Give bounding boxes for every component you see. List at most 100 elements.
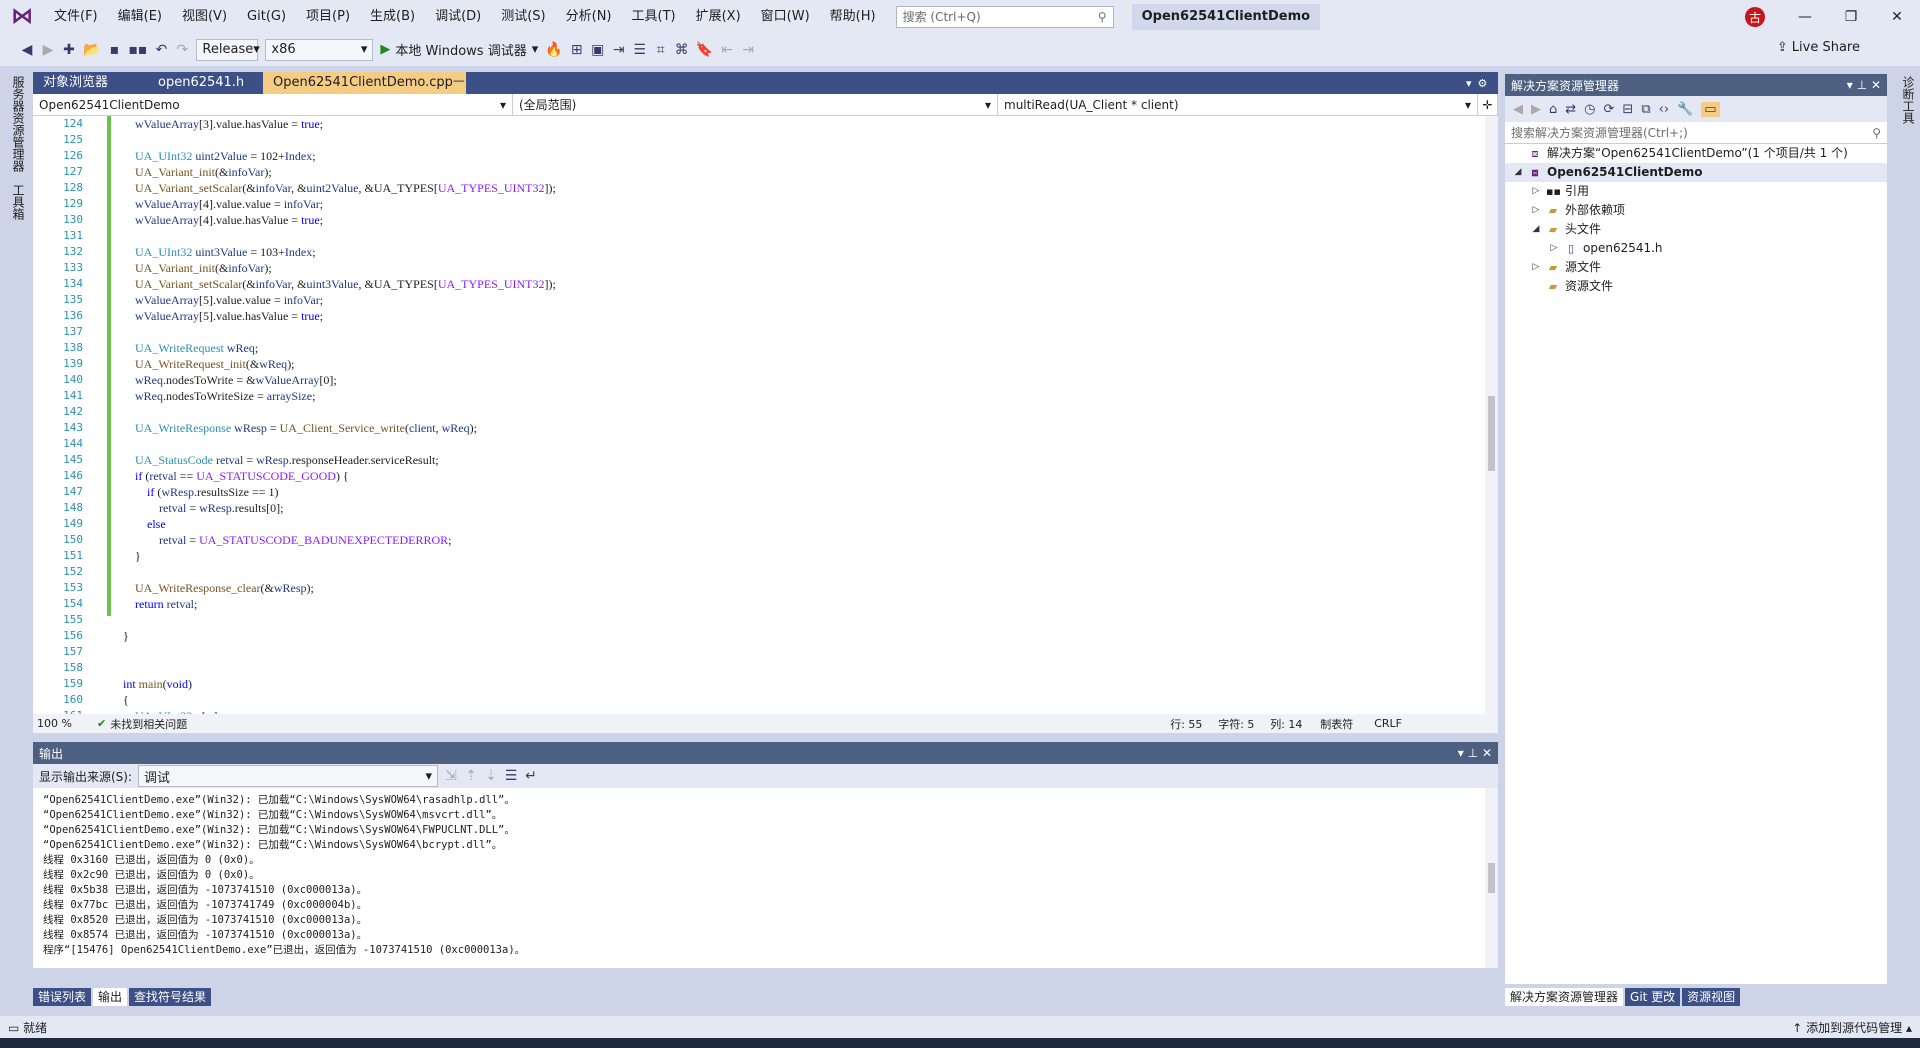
word-wrap-icon[interactable]: ↵ bbox=[524, 768, 538, 784]
find-message-icon[interactable]: ⇲ bbox=[444, 768, 458, 784]
save-icon[interactable]: ▪ bbox=[107, 42, 121, 58]
eol-indicator[interactable]: CRLF bbox=[1374, 717, 1402, 730]
hot-reload-icon[interactable]: 🔥 bbox=[545, 42, 562, 58]
menu-view[interactable]: 视图(V) bbox=[172, 0, 237, 33]
expand-right-icon[interactable]: ▷ bbox=[1531, 182, 1541, 201]
start-debugging-button[interactable]: ▶ 本地 Windows 调试器 ▾ bbox=[380, 40, 538, 59]
scroll-thumb[interactable] bbox=[1488, 396, 1495, 471]
pin-icon[interactable]: ⊥ bbox=[1468, 746, 1478, 760]
tab-resource-view[interactable]: 资源视图 bbox=[1682, 988, 1741, 1006]
member-dropdown[interactable]: multiRead(UA_Client * client) ▾ bbox=[998, 94, 1478, 115]
issues-status[interactable]: 未找到相关问题 bbox=[110, 716, 1170, 732]
chevron-down-icon[interactable]: ▾ bbox=[1458, 746, 1464, 760]
live-share-button[interactable]: ⇪ Live Share bbox=[1777, 40, 1860, 55]
expand-right-icon[interactable]: ▷ bbox=[1549, 239, 1559, 258]
tab-clientdemo-cpp[interactable]: Open62541ClientDemo.cpp ᅳ ✕ bbox=[263, 72, 466, 112]
tree-item-resource-files[interactable]: ▰ 资源文件 bbox=[1505, 277, 1887, 296]
menu-analyze[interactable]: 分析(N) bbox=[556, 0, 622, 33]
tab-open62541-h[interactable]: open62541.h bbox=[148, 72, 263, 94]
forward-icon[interactable]: ▶ bbox=[41, 42, 55, 58]
menu-extensions[interactable]: 扩展(X) bbox=[686, 0, 751, 33]
output-text[interactable]: “Open62541ClientDemo.exe”(Win32): 已加载“C:… bbox=[33, 788, 1485, 968]
tab-solution-explorer[interactable]: 解决方案资源管理器 bbox=[1505, 988, 1624, 1006]
output-source-dropdown[interactable]: 调试 ▾ bbox=[138, 765, 439, 787]
tree-item-source-files[interactable]: ▷ ▰ 源文件 bbox=[1505, 258, 1887, 277]
menu-edit[interactable]: 编辑(E) bbox=[108, 0, 172, 33]
uncomment-icon[interactable]: ⌘ bbox=[675, 42, 689, 58]
configuration-dropdown[interactable]: Release ▾ bbox=[196, 38, 260, 61]
code-view-icon[interactable]: ‹› bbox=[1659, 102, 1669, 117]
tab-dropdown-icon[interactable]: ▾ bbox=[1466, 77, 1472, 90]
save-all-icon[interactable]: ▪▪ bbox=[128, 42, 147, 58]
next-bookmark-icon[interactable]: ⇥ bbox=[741, 42, 755, 58]
code-editor[interactable]: 124 125 126 127 128 129 130 131 132 133 … bbox=[33, 116, 1485, 714]
expand-down-icon[interactable]: ◢ bbox=[1513, 163, 1523, 182]
solution-search-input[interactable]: 搜索解决方案资源管理器(Ctrl+;) ⚲ bbox=[1505, 122, 1887, 144]
split-icon[interactable]: ✛ bbox=[1478, 94, 1498, 115]
tree-item-open62541-h[interactable]: ▷ ▯ open62541.h bbox=[1505, 239, 1887, 258]
tab-find-symbol-results[interactable]: 查找符号结果 bbox=[129, 988, 212, 1006]
menu-window[interactable]: 窗口(W) bbox=[751, 0, 820, 33]
scroll-thumb[interactable] bbox=[1488, 863, 1495, 893]
menu-build[interactable]: 生成(B) bbox=[360, 0, 425, 33]
pin-close-icon[interactable]: ᅳ ✕ bbox=[453, 72, 465, 112]
clear-all-icon[interactable]: ☰ bbox=[504, 768, 518, 784]
tree-item-header-files[interactable]: ◢ ▰ 头文件 bbox=[1505, 220, 1887, 239]
expand-down-icon[interactable]: ◢ bbox=[1531, 220, 1541, 239]
menu-file[interactable]: 文件(F) bbox=[44, 0, 108, 33]
menu-project[interactable]: 项目(P) bbox=[296, 0, 360, 33]
back-icon[interactable]: ◀ bbox=[20, 42, 34, 58]
restore-button[interactable]: ❐ bbox=[1828, 0, 1874, 33]
tree-item-references[interactable]: ▷ ▪▪ 引用 bbox=[1505, 182, 1887, 201]
chevron-down-icon[interactable]: ▾ bbox=[1847, 78, 1853, 92]
scope-dropdown[interactable]: (全局范围) ▾ bbox=[513, 94, 998, 115]
platform-dropdown[interactable]: x86 ▾ bbox=[265, 38, 374, 61]
show-all-files-icon[interactable]: ⧉ bbox=[1641, 102, 1650, 117]
close-icon[interactable]: ✕ bbox=[1871, 78, 1881, 92]
tab-indicator[interactable]: 制表符 bbox=[1320, 716, 1374, 732]
comment-icon[interactable]: ⌗ bbox=[654, 42, 668, 58]
tab-error-list[interactable]: 错误列表 bbox=[33, 988, 92, 1006]
refresh-icon[interactable]: ⟳ bbox=[1604, 102, 1615, 117]
toolbox-tab[interactable]: 工具箱 bbox=[8, 178, 29, 226]
tree-item-external-deps[interactable]: ▷ ▰ 外部依赖项 bbox=[1505, 201, 1887, 220]
indent-icon[interactable]: ☰ bbox=[633, 42, 647, 58]
menu-help[interactable]: 帮助(H) bbox=[820, 0, 886, 33]
wrench-icon[interactable]: 🔧 bbox=[1677, 102, 1693, 117]
project-dropdown[interactable]: Open62541ClientDemo ▾ bbox=[33, 94, 513, 115]
tab-object-browser[interactable]: 对象浏览器 bbox=[33, 72, 148, 94]
screenshot-icon[interactable]: ▣ bbox=[591, 42, 605, 58]
back-icon[interactable]: ◀ bbox=[1513, 102, 1523, 117]
expand-right-icon[interactable]: ▷ bbox=[1531, 201, 1541, 220]
tab-git-changes[interactable]: Git 更改 bbox=[1625, 988, 1681, 1006]
step-icon[interactable]: ⇥ bbox=[612, 42, 626, 58]
source-control-button[interactable]: ↑ 添加到源代码管理 ▴ bbox=[1792, 1019, 1912, 1036]
next-message-icon[interactable]: ⇣ bbox=[484, 768, 498, 784]
tree-item-project[interactable]: ◢ ⧈ Open62541ClientDemo bbox=[1505, 163, 1887, 182]
menu-git[interactable]: Git(G) bbox=[237, 0, 296, 33]
redo-icon[interactable]: ↷ bbox=[175, 42, 189, 58]
browse-icon[interactable]: ⊞ bbox=[570, 42, 584, 58]
undo-icon[interactable]: ↶ bbox=[154, 42, 168, 58]
tab-output[interactable]: 输出 bbox=[93, 988, 128, 1006]
close-icon[interactable]: ✕ bbox=[1482, 746, 1492, 760]
search-input[interactable]: 搜索 (Ctrl+Q) ⚲ bbox=[895, 5, 1114, 28]
new-project-icon[interactable]: ✚ bbox=[62, 42, 76, 58]
menu-test[interactable]: 测试(S) bbox=[491, 0, 555, 33]
switch-views-icon[interactable]: ⇄ bbox=[1565, 102, 1576, 117]
expand-right-icon[interactable]: ▷ bbox=[1531, 258, 1541, 277]
prev-message-icon[interactable]: ⇡ bbox=[464, 768, 478, 784]
collapse-all-icon[interactable]: ⊟ bbox=[1622, 102, 1633, 117]
gear-icon[interactable]: ⚙ bbox=[1478, 77, 1488, 90]
output-scrollbar[interactable] bbox=[1485, 788, 1498, 968]
visual-studio-logo-icon[interactable]: ⋈ bbox=[0, 0, 44, 33]
diagnostic-tools-tab[interactable]: 诊断工具 bbox=[1898, 70, 1919, 130]
tree-item-solution[interactable]: ⧈ 解决方案“Open62541ClientDemo”(1 个项目/共 1 个) bbox=[1505, 144, 1887, 163]
server-explorer-tab[interactable]: 服务器资源管理器 bbox=[8, 70, 29, 178]
history-icon[interactable]: ◷ bbox=[1584, 102, 1595, 117]
prev-bookmark-icon[interactable]: ⇤ bbox=[720, 42, 734, 58]
close-window-button[interactable]: ✕ bbox=[1874, 0, 1920, 33]
forward-icon[interactable]: ▶ bbox=[1531, 102, 1541, 117]
pin-icon[interactable]: ⊥ bbox=[1857, 78, 1867, 92]
avatar[interactable]: 古 bbox=[1745, 7, 1765, 27]
